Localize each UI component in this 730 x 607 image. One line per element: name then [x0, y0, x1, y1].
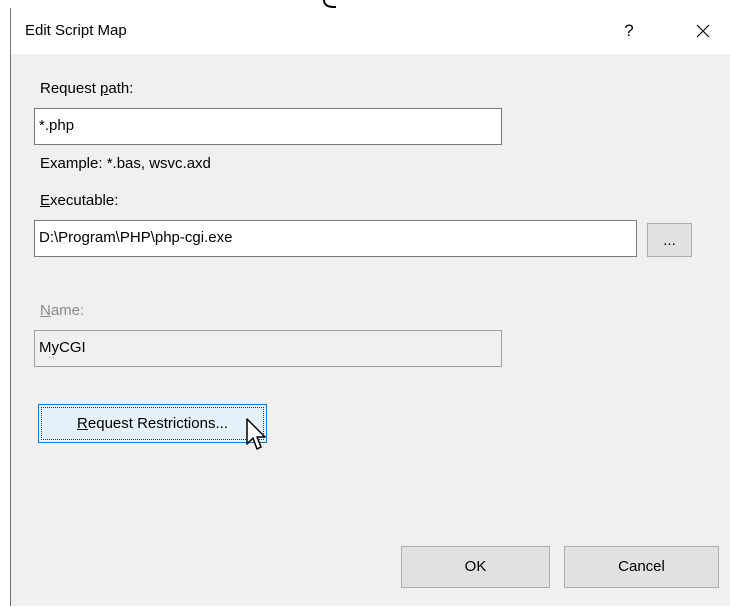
help-button[interactable]: ?	[609, 12, 649, 50]
close-button[interactable]	[683, 12, 723, 50]
close-icon	[696, 24, 710, 38]
edit-script-map-dialog: Edit Script Map ? Request path: *.php Ex…	[10, 8, 730, 606]
request-path-example: Example: *.bas, wsvc.axd	[40, 155, 211, 172]
request-path-input[interactable]: *.php	[34, 108, 502, 145]
executable-input[interactable]: D:\Program\PHP\php-cgi.exe	[34, 220, 637, 257]
title-bar: Edit Script Map ?	[11, 8, 730, 54]
browse-button[interactable]: ...	[647, 223, 692, 257]
request-path-label: Request path:	[40, 80, 134, 97]
help-icon: ?	[624, 21, 634, 40]
name-input: MyCGI	[34, 330, 502, 367]
cancel-button[interactable]: Cancel	[564, 546, 719, 588]
background-window-fragment	[323, 0, 336, 8]
executable-label: Executable:	[40, 192, 119, 209]
dialog-title: Edit Script Map	[25, 22, 127, 39]
ok-button[interactable]: OK	[401, 546, 550, 588]
ok-button-label: OK	[464, 558, 487, 575]
mouse-pointer-icon	[246, 418, 266, 450]
browse-button-label: ...	[663, 232, 676, 249]
name-label: Name:	[40, 302, 85, 319]
cancel-button-label: Cancel	[618, 558, 665, 575]
request-restrictions-button[interactable]: Request Restrictions...	[38, 404, 267, 443]
request-restrictions-label: Request Restrictions...	[41, 407, 264, 440]
